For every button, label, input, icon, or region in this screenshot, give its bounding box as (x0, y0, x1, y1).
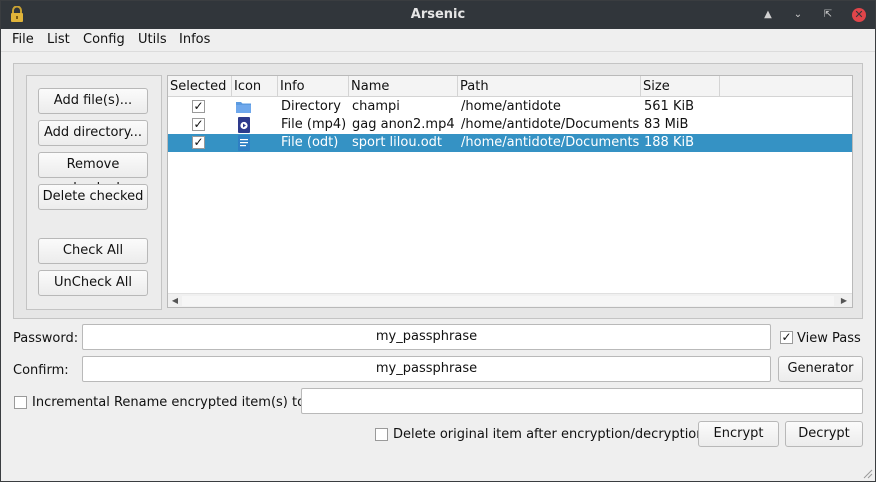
incremental-rename-field[interactable] (301, 388, 863, 414)
row-checkbox[interactable]: ✓ (192, 100, 205, 113)
keep-above-icon[interactable]: ▲ (761, 8, 775, 22)
close-icon[interactable]: ✕ (852, 8, 866, 22)
scroll-right-icon[interactable]: ▶ (838, 295, 850, 307)
incremental-rename-label[interactable]: Incremental Rename encrypted item(s) to: (32, 395, 309, 410)
table-row[interactable]: ✓ Directory champi /home/antidote 561 Ki… (168, 98, 852, 116)
table-row[interactable]: ✓ File (mp4) gag anon2.mp4 /home/antidot… (168, 116, 852, 134)
view-pass-checkbox[interactable]: ✓ (780, 331, 793, 344)
password-field[interactable]: my_passphrase (82, 324, 771, 350)
row-path: /home/antidote/Documents (461, 135, 640, 150)
incremental-rename-checkbox[interactable] (14, 396, 27, 409)
table-header: Selected Icon Info Name Path Size (168, 76, 852, 97)
row-info: File (mp4) (281, 117, 347, 132)
column-path[interactable]: Path (458, 76, 641, 97)
scroll-track[interactable] (182, 296, 834, 306)
menu-config[interactable]: Config (83, 32, 125, 47)
column-info[interactable]: Info (278, 76, 349, 97)
decrypt-button[interactable]: Decrypt (785, 421, 863, 447)
encrypt-button[interactable]: Encrypt (698, 421, 779, 447)
row-info: Directory (281, 99, 341, 114)
row-name: gag anon2.mp4 (352, 117, 455, 132)
row-info: File (odt) (281, 135, 339, 150)
document-file-icon (238, 135, 250, 151)
row-path: /home/antidote/Documents (461, 117, 640, 132)
column-icon[interactable]: Icon (232, 76, 278, 97)
menu-list[interactable]: List (47, 32, 70, 47)
row-name: sport lilou.odt (352, 135, 443, 150)
file-table[interactable]: Selected Icon Info Name Path Size ✓ Dire… (167, 75, 853, 308)
column-name[interactable]: Name (349, 76, 458, 97)
action-buttons-panel: Add file(s)... Add directory... Remove c… (26, 75, 162, 310)
row-size: 188 KiB (644, 135, 695, 150)
row-path: /home/antidote (461, 99, 561, 114)
window-title: Arsenic (410, 7, 466, 22)
row-size: 83 MiB (644, 117, 689, 132)
scroll-left-icon[interactable]: ◀ (169, 295, 181, 307)
row-checkbox[interactable]: ✓ (192, 118, 205, 131)
column-selected[interactable]: Selected (168, 76, 232, 97)
confirm-label: Confirm: (13, 363, 69, 378)
video-file-icon (238, 117, 250, 133)
menu-utils[interactable]: Utils (138, 32, 167, 47)
menu-file[interactable]: File (12, 32, 34, 47)
folder-icon (236, 102, 251, 113)
column-size[interactable]: Size (641, 76, 720, 97)
minimize-icon[interactable]: ⌄ (791, 8, 805, 22)
row-size: 561 KiB (644, 99, 695, 114)
delete-checked-button[interactable]: Delete checked (38, 184, 148, 210)
table-row[interactable]: ✓ File (odt) sport lilou.odt /home/antid… (168, 134, 852, 152)
uncheck-all-button[interactable]: UnCheck All (38, 270, 148, 296)
password-label: Password: (13, 331, 79, 346)
view-pass-label[interactable]: View Pass (797, 331, 861, 346)
delete-original-label[interactable]: Delete original item after encryption/de… (393, 427, 705, 442)
add-directory-button[interactable]: Add directory... (38, 120, 148, 146)
file-list-group: Add file(s)... Add directory... Remove c… (13, 63, 863, 319)
menu-bar: File List Config Utils Infos (1, 29, 875, 52)
confirm-field[interactable]: my_passphrase (82, 356, 771, 382)
maximize-icon[interactable]: ⇱ (821, 8, 835, 22)
check-all-button[interactable]: Check All (38, 238, 148, 264)
row-checkbox[interactable]: ✓ (192, 136, 205, 149)
title-bar[interactable]: Arsenic ▲ ⌄ ⇱ ✕ (1, 1, 875, 29)
row-name: champi (352, 99, 400, 114)
delete-original-checkbox[interactable] (375, 428, 388, 441)
generator-button[interactable]: Generator (778, 356, 863, 382)
menu-infos[interactable]: Infos (179, 32, 210, 47)
app-window: Arsenic ▲ ⌄ ⇱ ✕ File List Config Utils I… (0, 0, 876, 482)
horizontal-scrollbar[interactable]: ◀ ▶ (168, 293, 852, 307)
resize-grip-icon[interactable] (863, 469, 873, 479)
remove-checked-button[interactable]: Remove checked (38, 152, 148, 196)
add-files-button[interactable]: Add file(s)... (38, 88, 148, 114)
